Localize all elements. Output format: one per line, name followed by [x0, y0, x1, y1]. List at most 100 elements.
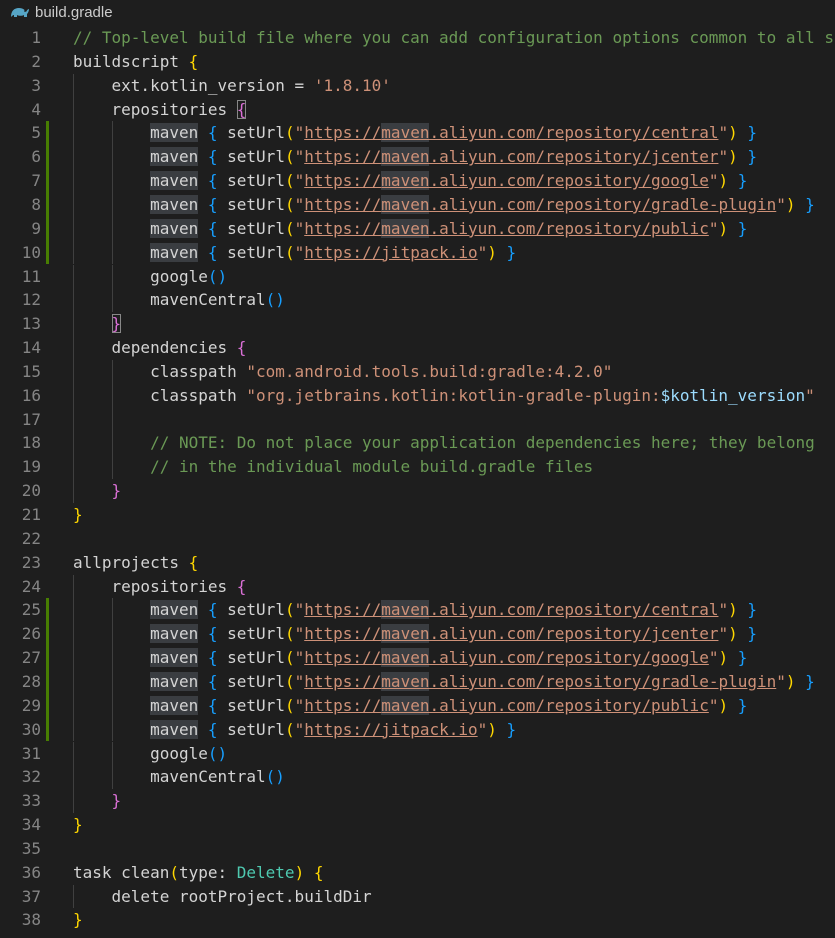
code-token: " — [294, 218, 305, 238]
added-line-marker[interactable] — [46, 121, 49, 146]
code-line[interactable]: 11 google() — [0, 264, 835, 289]
code-line[interactable]: 8 maven { setUrl("https://maven.aliyun.c… — [0, 192, 835, 217]
code-token: " — [294, 123, 305, 143]
code-text: maven { setUrl("https://jitpack.io") } — [73, 718, 516, 742]
code-line[interactable]: 14 dependencies { — [0, 336, 835, 360]
code-line[interactable]: 10 maven { setUrl("https://jitpack.io") … — [0, 240, 835, 265]
code-text: mavenCentral() — [73, 288, 285, 312]
code-line[interactable]: 3 ext.kotlin_version = '1.8.10' — [0, 73, 835, 98]
code-text: google() — [73, 742, 227, 766]
added-line-marker[interactable] — [46, 216, 49, 241]
code-token: maven — [150, 695, 199, 715]
code-line[interactable]: 16 classpath "org.jetbrains.kotlin:kotli… — [0, 383, 835, 408]
code-line[interactable]: 27 maven { setUrl("https://maven.aliyun.… — [0, 646, 835, 670]
code-token: .aliyun.com/repository/gradle-plugin — [429, 194, 777, 214]
code-text: maven { setUrl("https://maven.aliyun.com… — [73, 169, 747, 193]
added-line-marker[interactable] — [46, 240, 49, 265]
code-line[interactable]: 4 repositories { — [0, 97, 835, 122]
editor-tab[interactable]: build.gradle — [0, 0, 835, 26]
code-token: delete rootProject.buildDir — [73, 886, 372, 906]
code-line[interactable]: 17 — [0, 407, 835, 432]
code-line[interactable]: 6 maven { setUrl("https://maven.aliyun.c… — [0, 145, 835, 170]
code-text: maven { setUrl("https://maven.aliyun.com… — [73, 622, 757, 646]
code-token: https:// — [304, 171, 382, 191]
code-token: " — [294, 242, 305, 262]
code-token: https:// — [304, 624, 382, 644]
code-token: https://jitpack.io — [304, 719, 478, 739]
tab-title[interactable]: build.gradle — [35, 3, 113, 23]
code-token: () — [265, 290, 285, 310]
added-line-marker[interactable] — [46, 717, 49, 742]
added-line-marker[interactable] — [46, 622, 49, 647]
code-token: google — [73, 266, 208, 286]
code-line[interactable]: 30 maven { setUrl("https://jitpack.io") … — [0, 717, 835, 742]
code-token: { — [207, 671, 218, 691]
line-number: 32 — [21, 767, 41, 787]
code-token: " — [718, 624, 729, 644]
code-line[interactable]: 32 mavenCentral() — [0, 765, 835, 790]
code-line[interactable]: 31 google() — [0, 741, 835, 766]
code-line[interactable]: 24 repositories { — [0, 574, 835, 599]
code-text: } — [73, 503, 83, 527]
code-line[interactable]: 23 allprojects { — [0, 551, 835, 575]
added-line-marker[interactable] — [46, 669, 49, 694]
added-line-marker[interactable] — [46, 646, 49, 670]
code-line[interactable]: 21} — [0, 503, 835, 527]
code-token: maven — [381, 194, 430, 214]
added-line-marker[interactable] — [46, 145, 49, 170]
code-line[interactable]: 19 // in the individual module build.gra… — [0, 455, 835, 480]
code-text: // Top-level build file where you can ad… — [73, 26, 835, 50]
code-line[interactable]: 26 maven { setUrl("https://maven.aliyun.… — [0, 622, 835, 647]
code-line[interactable]: 12 mavenCentral() — [0, 288, 835, 313]
code-line[interactable]: 18 // NOTE: Do not place your applicatio… — [0, 431, 835, 456]
code-line[interactable]: 20 } — [0, 479, 835, 503]
code-token: .aliyun.com/repository/jcenter — [429, 147, 719, 167]
line-number: 20 — [21, 481, 41, 501]
code-text: } — [73, 479, 122, 503]
line-number: 12 — [21, 290, 41, 310]
code-line[interactable]: 38} — [0, 908, 835, 932]
code-line[interactable]: 5 maven { setUrl("https://maven.aliyun.c… — [0, 121, 835, 146]
code-line[interactable]: 1 // Top-level build file where you can a… — [0, 26, 835, 50]
added-line-marker[interactable] — [46, 192, 49, 217]
code-editor: build.gradle 1 // Top-level build file wh… — [0, 0, 835, 938]
code-area[interactable]: 1 // Top-level build file where you can a… — [0, 26, 835, 938]
code-line[interactable]: 15 classpath "com.android.tools.build:gr… — [0, 359, 835, 384]
added-line-marker[interactable] — [46, 598, 49, 623]
code-line[interactable]: 22 — [0, 527, 835, 551]
code-token: "com.android.tools.build:gradle:4.2.0" — [246, 361, 613, 381]
line-number: 22 — [21, 528, 41, 548]
line-number: 10 — [21, 242, 41, 262]
code-token: allprojects — [73, 552, 189, 572]
code-token: ) — [487, 242, 497, 262]
line-number: 8 — [31, 194, 41, 214]
code-token: " — [718, 123, 729, 143]
code-line[interactable]: 28 maven { setUrl("https://maven.aliyun.… — [0, 669, 835, 694]
code-line[interactable]: 36 task clean(type: Delete) { — [0, 861, 835, 885]
code-line[interactable]: 33 } — [0, 789, 835, 814]
code-token: ( — [284, 194, 295, 214]
added-line-marker[interactable] — [46, 693, 49, 718]
added-line-marker[interactable] — [46, 169, 49, 193]
code-line[interactable]: 13 } — [0, 312, 835, 337]
code-line[interactable]: 2 buildscript { — [0, 50, 835, 74]
code-line[interactable]: 25 maven { setUrl("https://maven.aliyun.… — [0, 598, 835, 623]
code-line[interactable]: 35 — [0, 837, 835, 861]
code-line[interactable]: 7 maven { setUrl("https://maven.aliyun.c… — [0, 169, 835, 193]
code-token: { — [207, 123, 218, 143]
code-line[interactable]: 29 maven { setUrl("https://maven.aliyun.… — [0, 693, 835, 718]
code-line[interactable]: 34} — [0, 813, 835, 837]
code-line[interactable]: 37 delete rootProject.buildDir — [0, 884, 835, 909]
code-line[interactable]: 9 maven { setUrl("https://maven.aliyun.c… — [0, 216, 835, 241]
code-token: " — [294, 648, 305, 668]
code-token: setUrl — [217, 242, 285, 262]
code-token: ) — [728, 147, 738, 167]
code-token: https:// — [304, 671, 382, 691]
